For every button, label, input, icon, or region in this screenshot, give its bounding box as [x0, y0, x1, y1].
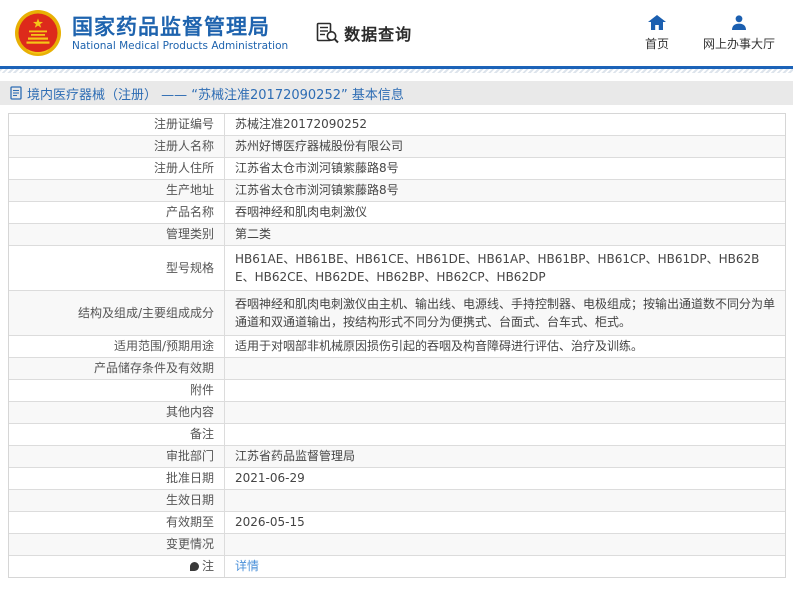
detail-link[interactable]: 详情: [235, 559, 259, 573]
document-icon: [10, 86, 22, 100]
table-row: 生产地址 江苏省太仓市浏河镇紫藤路8号: [9, 179, 785, 201]
row-label: 管理类别: [9, 224, 225, 245]
row-label: 型号规格: [9, 246, 225, 290]
row-label: 结构及组成/主要组成成分: [9, 291, 225, 335]
home-icon: [647, 14, 666, 30]
table-row: 产品储存条件及有效期: [9, 357, 785, 379]
row-value: [225, 387, 785, 395]
table-row: 注册人名称 苏州好博医疗器械股份有限公司: [9, 135, 785, 157]
header-hatch-strip: [0, 69, 793, 73]
row-label: 其他内容: [9, 402, 225, 423]
row-label: 产品储存条件及有效期: [9, 358, 225, 379]
national-emblem-icon: [14, 9, 62, 57]
table-row: 管理类别 第二类: [9, 223, 785, 245]
row-label: 适用范围/预期用途: [9, 336, 225, 357]
row-value: [225, 541, 785, 549]
table-row: 其他内容: [9, 401, 785, 423]
page-title: 境内医疗器械（注册） —— “苏械注准20172090252” 基本信息: [27, 87, 404, 103]
row-label: 生效日期: [9, 490, 225, 511]
table-row: 变更情况: [9, 533, 785, 555]
page-title-bar: 境内医疗器械（注册） —— “苏械注准20172090252” 基本信息: [0, 81, 793, 105]
row-value: [225, 365, 785, 373]
row-label: 产品名称: [9, 202, 225, 223]
nav-home-label: 首页: [644, 36, 669, 51]
table-row: 审批部门 江苏省药品监督管理局: [9, 445, 785, 467]
table-row: 适用范围/预期用途 适用于对咽部非机械原因损伤引起的吞咽及构音障碍进行评估、治疗及…: [9, 335, 785, 357]
data-query-label: 数据查询: [344, 25, 413, 44]
row-label: 附件: [9, 380, 225, 401]
table-row: 产品名称 吞咽神经和肌肉电刺激仪: [9, 201, 785, 223]
row-label: 生产地址: [9, 180, 225, 201]
nav-item-service-hall[interactable]: 网上办事大厅: [702, 14, 775, 52]
row-value: 苏州好博医疗器械股份有限公司: [235, 139, 404, 153]
brand-subtitle: National Medical Products Administration: [72, 39, 289, 52]
row-value: HB61AE、HB61BE、HB61CE、HB61DE、HB61AP、HB61B…: [235, 252, 760, 284]
row-value: 2021-06-29: [235, 471, 305, 485]
row-value: 吞咽神经和肌肉电刺激仪: [235, 205, 368, 219]
row-value: 详情: [225, 556, 785, 577]
table-row: 有效期至 2026-05-15: [9, 511, 785, 533]
row-value: 适用于对咽部非机械原因损伤引起的吞咽及构音障碍进行评估、治疗及训练。: [235, 339, 644, 353]
user-icon: [731, 14, 747, 30]
brand-text: 国家药品监督管理局 National Medical Products Admi…: [72, 14, 288, 53]
row-value: [225, 497, 785, 505]
row-label: 备注: [9, 424, 225, 445]
row-label: 注册人名称: [9, 136, 225, 157]
table-row: 附件: [9, 379, 785, 401]
row-value: [225, 409, 785, 417]
table-row: 注详情: [9, 555, 785, 577]
nav-service-hall-label: 网上办事大厅: [702, 36, 775, 51]
table-row: 备注: [9, 423, 785, 445]
table-row: 注册证编号 苏械注准20172090252: [9, 114, 785, 135]
table-row: 生效日期: [9, 489, 785, 511]
row-label: 注: [9, 556, 225, 577]
row-label: 批准日期: [9, 468, 225, 489]
row-value: 江苏省太仓市浏河镇紫藤路8号: [235, 183, 399, 197]
site-header: 国家药品监督管理局 National Medical Products Admi…: [0, 0, 793, 69]
row-label: 变更情况: [9, 534, 225, 555]
table-row: 型号规格 HB61AE、HB61BE、HB61CE、HB61DE、HB61AP、H…: [9, 245, 785, 290]
table-row: 结构及组成/主要组成成分 吞咽神经和肌肉电刺激仪由主机、输出线、电源线、手持控制器…: [9, 290, 785, 335]
row-value: 苏械注准20172090252: [235, 117, 367, 131]
table-row: 批准日期 2021-06-29: [9, 467, 785, 489]
data-query-section[interactable]: 数据查询: [316, 21, 412, 45]
row-label: 注册人住所: [9, 158, 225, 179]
row-label: 注册证编号: [9, 114, 225, 135]
row-label: 有效期至: [9, 512, 225, 533]
row-value: 第二类: [235, 227, 272, 241]
info-table: 注册证编号 苏械注准20172090252 注册人名称 苏州好博医疗器械股份有限公司注…: [8, 113, 786, 578]
row-value: [225, 431, 785, 439]
row-value: 2026-05-15: [235, 515, 305, 529]
row-label: 审批部门: [9, 446, 225, 467]
doc-search-icon: [316, 22, 340, 44]
row-value: 吞咽神经和肌肉电刺激仪由主机、输出线、电源线、手持控制器、电极组成；按输出通道数…: [235, 297, 776, 329]
row-value: 江苏省太仓市浏河镇紫藤路8号: [235, 161, 399, 175]
nmpa-logo[interactable]: 国家药品监督管理局 National Medical Products Admi…: [14, 9, 288, 57]
table-row: 注册人住所 江苏省太仓市浏河镇紫藤路8号: [9, 157, 785, 179]
row-value: 江苏省药品监督管理局: [235, 449, 356, 463]
note-icon: [189, 562, 199, 571]
header-nav: 首页 网上办事大厅: [644, 14, 775, 52]
nav-item-home[interactable]: 首页: [644, 14, 669, 52]
brand-title: 国家药品监督管理局: [72, 14, 270, 39]
